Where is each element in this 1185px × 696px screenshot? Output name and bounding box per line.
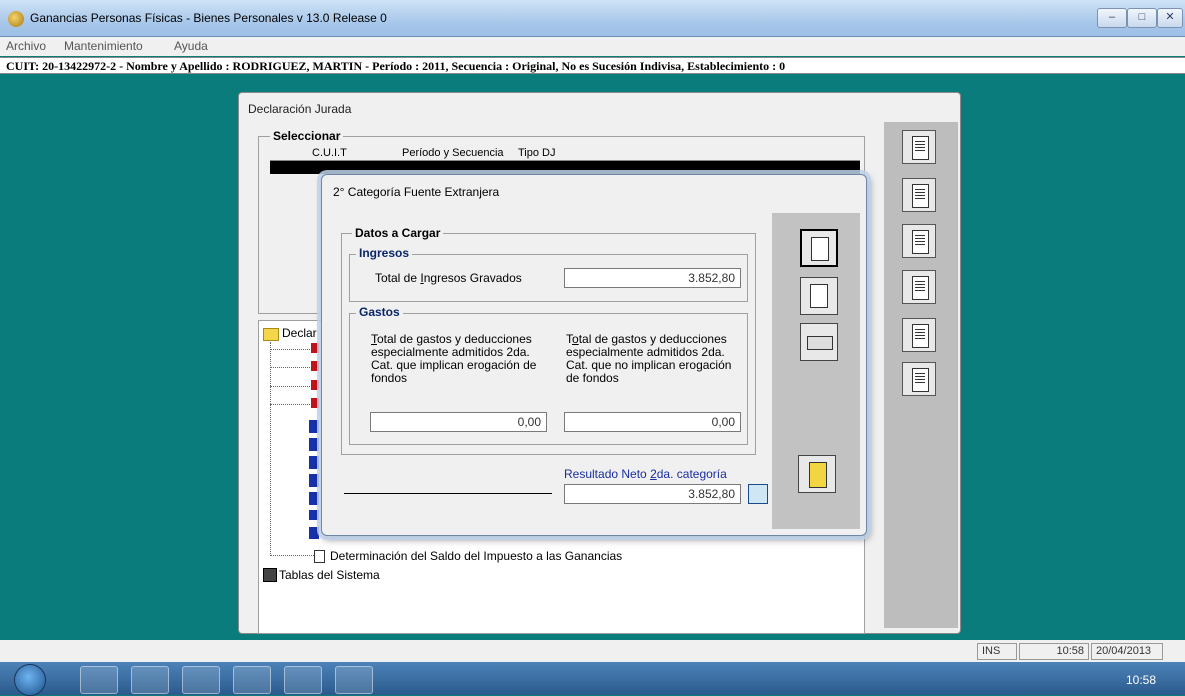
dialog-title: 2° Categoría Fuente Extranjera — [333, 185, 500, 199]
tree-connector — [270, 367, 310, 369]
new-document-button[interactable] — [902, 130, 936, 164]
label-accel: o — [572, 332, 579, 346]
label-part: de fondos — [566, 371, 619, 385]
resultado-neto-label: Resultado Neto 2da. categoría — [564, 468, 727, 481]
maximize-button[interactable]: □ — [1127, 8, 1157, 28]
label-part: tal de gastos y deducciones — [578, 332, 727, 346]
ganancias-taskbar-icon[interactable] — [335, 666, 373, 694]
explorer-taskbar-icon[interactable] — [131, 666, 169, 694]
gasto-con-erogacion-label: Total de gastos y deducciones especialme… — [371, 333, 556, 385]
print-button[interactable] — [800, 323, 838, 361]
app-icon — [8, 11, 24, 27]
label-part: Resultado Neto — [564, 467, 651, 481]
delete-button[interactable] — [902, 224, 936, 258]
export-icon — [912, 324, 929, 348]
ingresos-label: Ingresos — [356, 246, 413, 260]
close-button[interactable]: ✕ — [1157, 8, 1183, 28]
check-icon — [311, 343, 319, 353]
label-part: Cat. que no implican erogación — [566, 358, 732, 372]
grid-header: C.U.I.T Período y Secuencia Tipo DJ — [270, 146, 860, 161]
label-part: Cat. que implican erogación de — [371, 358, 537, 372]
label-accel: 2 — [650, 467, 657, 481]
exit-button[interactable] — [798, 455, 836, 493]
row-pointer-icon — [276, 164, 282, 174]
tables-icon — [263, 568, 277, 582]
right-toolbar — [884, 122, 958, 628]
copy-button[interactable] — [902, 178, 936, 212]
tree-connector — [270, 386, 310, 388]
calculate-icon[interactable] — [748, 484, 768, 504]
afip-taskbar-icon[interactable] — [284, 666, 322, 694]
tree-item-determinacion[interactable]: Determinación del Saldo del Impuesto a l… — [330, 549, 622, 563]
gastos-label: Gastos — [356, 305, 403, 319]
menu-mantenimiento[interactable]: Mantenimiento — [64, 39, 143, 53]
label-part: da. categoría — [656, 467, 727, 481]
check-icon — [311, 380, 319, 390]
resultado-neto-field: 3.852,80 — [564, 484, 741, 504]
taxpayer-info-bar: CUIT: 20-13422972-2 - Nombre y Apellido … — [0, 57, 1185, 74]
status-date: 20/04/2013 — [1091, 643, 1163, 660]
label-part: especialmente admitidos 2da. — [566, 345, 725, 359]
start-button[interactable] — [14, 664, 46, 696]
save-icon — [912, 368, 929, 392]
printer-icon — [807, 336, 833, 350]
select-label: Seleccionar — [270, 129, 344, 143]
exit-door-icon — [809, 462, 827, 488]
status-time: 10:58 — [1019, 643, 1089, 660]
delete-entry-button[interactable] — [800, 277, 838, 315]
dialog-button-panel — [772, 213, 860, 529]
tree-connector — [270, 342, 272, 556]
help-icon — [912, 276, 929, 300]
column-periodo[interactable]: Período y Secuencia — [402, 147, 504, 159]
total-ingresos-label: Total de Ingresos Gravados — [375, 272, 522, 285]
help-button[interactable] — [902, 270, 936, 304]
edit-icon — [811, 237, 829, 261]
tree-connector — [270, 555, 314, 557]
trash-icon — [810, 284, 828, 308]
save-print-button[interactable] — [902, 362, 936, 396]
label-part: otal de gastos y deducciones — [377, 332, 532, 346]
minimize-button[interactable]: – — [1097, 8, 1127, 28]
gasto-sin-erogacion-field[interactable]: 0,00 — [564, 412, 741, 432]
menu-archivo[interactable]: Archivo — [6, 39, 46, 53]
total-ingresos-field[interactable]: 3.852,80 — [564, 268, 741, 288]
column-tipo-dj[interactable]: Tipo DJ — [518, 147, 556, 159]
window-title: Ganancias Personas Físicas - Bienes Pers… — [30, 11, 387, 25]
table-row[interactable] — [270, 161, 860, 174]
info-icon — [309, 527, 319, 539]
datos-a-cargar-label: Datos a Cargar — [352, 226, 444, 240]
main-window-title: Declaración Jurada — [248, 102, 352, 116]
check-icon — [311, 361, 319, 371]
status-bar: INS 10:58 20/04/2013 — [0, 640, 1185, 662]
info-icons — [309, 420, 319, 520]
tree-item-tablas[interactable]: Tablas del Sistema — [279, 568, 380, 582]
ins-indicator: INS — [977, 643, 1017, 660]
tree-root-label[interactable]: Declar — [282, 326, 317, 340]
gasto-sin-erogacion-label: Total de gastos y deducciones especialme… — [566, 333, 744, 385]
document-icon — [912, 136, 929, 160]
check-icon — [311, 398, 319, 408]
edit-button[interactable] — [800, 229, 838, 267]
label-part: fondos — [371, 371, 408, 385]
gasto-con-erogacion-field[interactable]: 0,00 — [370, 412, 547, 432]
trash-icon — [912, 230, 929, 254]
menu-ayuda[interactable]: Ayuda — [174, 39, 208, 53]
separator-line — [344, 493, 552, 494]
tree-connector — [270, 404, 310, 406]
copy-icon — [912, 184, 929, 208]
menu-bar: Archivo Mantenimiento Ayuda — [0, 37, 1185, 56]
document-icon — [314, 550, 325, 563]
label-part: Total de — [375, 271, 421, 285]
taskbar — [0, 662, 1185, 695]
label-part: ngresos Gravados — [423, 271, 522, 285]
excel-taskbar-icon[interactable] — [233, 666, 271, 694]
taskbar-clock[interactable]: 10:58 — [1126, 673, 1156, 687]
word-taskbar-icon[interactable] — [182, 666, 220, 694]
chrome-taskbar-icon[interactable] — [80, 666, 118, 694]
column-cuit[interactable]: C.U.I.T — [312, 147, 347, 159]
label-part: especialmente admitidos 2da. — [371, 345, 530, 359]
tree-connector — [270, 349, 310, 351]
export-button[interactable] — [902, 318, 936, 352]
folder-icon — [263, 328, 279, 341]
